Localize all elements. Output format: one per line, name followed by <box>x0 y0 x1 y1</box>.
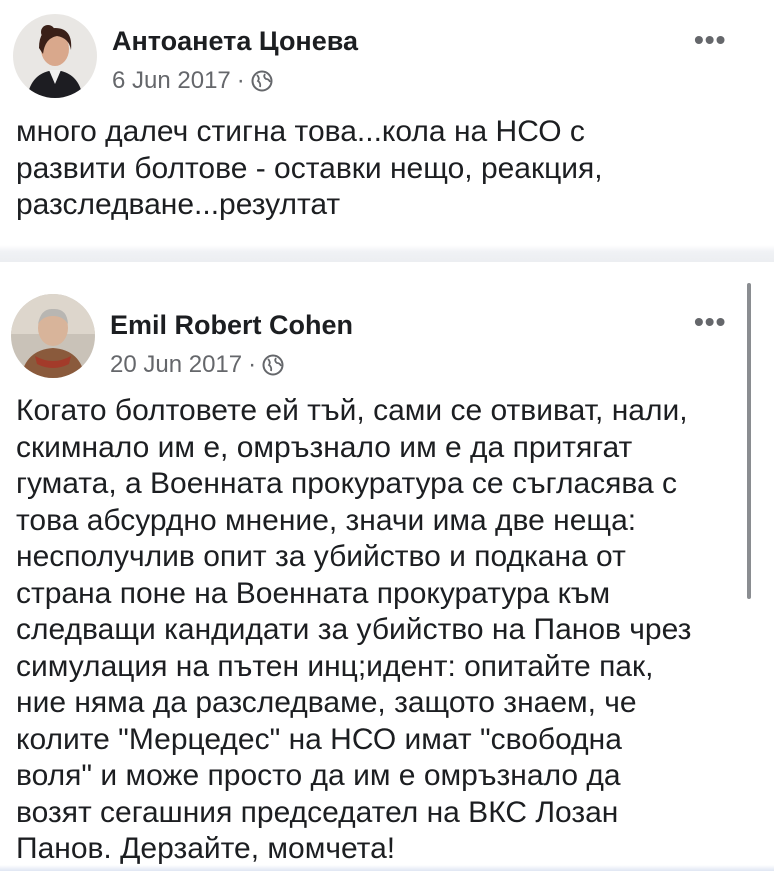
scrollbar[interactable] <box>747 283 751 599</box>
avatar[interactable] <box>13 14 97 98</box>
separator: · <box>248 351 257 378</box>
post-card: Emil Robert Cohen 20 Jun 2017 · ••• Кога… <box>0 262 774 871</box>
post-date[interactable]: 6 Jun 2017 <box>112 67 231 95</box>
more-options-button[interactable]: ••• <box>694 306 726 338</box>
post-meta: 20 Jun 2017 · <box>110 351 284 379</box>
author-name[interactable]: Emil Robert Cohen <box>110 310 353 341</box>
bottom-edge <box>0 865 774 871</box>
post-text: Когато болтовете ей тъй, сами се отвиват… <box>16 394 692 865</box>
post-meta: 6 Jun 2017 · <box>112 67 273 95</box>
separator: · <box>236 67 245 94</box>
post-card: Антоанета Цонева 6 Jun 2017 · ••• много … <box>0 0 774 245</box>
post-date[interactable]: 20 Jun 2017 <box>110 351 242 379</box>
more-options-button[interactable]: ••• <box>694 24 726 56</box>
globe-icon <box>262 354 284 376</box>
avatar[interactable] <box>11 294 95 378</box>
post-text: много далеч стигна това...кола на НСО с … <box>16 115 603 221</box>
post-divider <box>0 245 774 262</box>
author-name[interactable]: Антоанета Цонева <box>112 26 358 57</box>
globe-icon <box>251 70 273 92</box>
